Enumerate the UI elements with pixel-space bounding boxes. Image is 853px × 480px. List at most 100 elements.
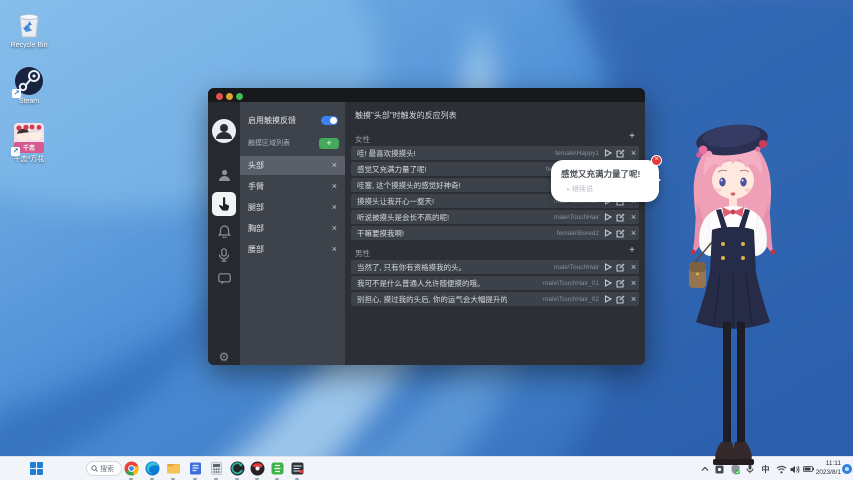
taskbar-recorder-app-icon[interactable]	[230, 461, 245, 476]
speech-sub: ▸ 继续说	[567, 184, 593, 194]
delete-icon[interactable]: ×	[628, 278, 639, 289]
add-area-button[interactable]: +	[319, 137, 339, 149]
reaction-row[interactable]: 哇! 最喜欢摸摸头! female\Happy1 ×	[351, 146, 639, 160]
reaction-row[interactable]: 干嘛要摸我啊! female\Bored2 ×	[351, 226, 639, 240]
add-reaction-button[interactable]: +	[629, 132, 635, 142]
play-icon[interactable]	[602, 212, 613, 223]
bubble-close-button[interactable]: ×	[651, 155, 662, 166]
desktop-icon-label: 千恋*万花	[13, 156, 45, 163]
remove-area-icon[interactable]: ×	[332, 182, 337, 191]
area-list-label: 触摸区域列表	[248, 140, 290, 147]
taskbar-media-app-icon[interactable]	[250, 461, 265, 476]
area-item-head[interactable]: 头部 ×	[240, 156, 345, 175]
reaction-row[interactable]: 我可不是什么普通人允许随便摸的哦。 male\TouchHair_01 ×	[351, 276, 639, 290]
remove-area-icon[interactable]: ×	[332, 224, 337, 233]
edit-icon[interactable]	[615, 278, 626, 289]
edit-icon[interactable]	[615, 212, 626, 223]
feedback-toggle[interactable]	[321, 115, 338, 125]
taskbar-clock[interactable]: 11:11 2023/8/1	[816, 460, 841, 477]
delete-icon[interactable]: ×	[628, 294, 639, 305]
taskbar-file-explorer-icon[interactable]	[166, 461, 181, 476]
speech-bubble: 感觉又充满力量了呢! ▸ 继续说 ×	[551, 155, 662, 202]
sidebar-item-touch[interactable]	[212, 192, 236, 216]
area-item-label: 手臂	[248, 182, 264, 191]
window-titlebar[interactable]	[208, 88, 645, 102]
area-item-chest[interactable]: 胸部 ×	[240, 219, 345, 238]
delete-icon[interactable]: ×	[628, 262, 639, 273]
edit-icon[interactable]	[615, 148, 626, 159]
sidebar-item-chat[interactable]	[208, 268, 240, 290]
taskbar-game-app-icon[interactable]	[290, 461, 305, 476]
play-icon[interactable]	[602, 262, 613, 273]
steam-icon: ↗	[12, 66, 44, 98]
play-icon[interactable]	[602, 148, 613, 159]
reaction-row[interactable]: 听说被摸头是会长不高的呢! male\TouchHair ×	[351, 210, 639, 224]
character-pet[interactable]	[676, 124, 816, 468]
add-reaction-button[interactable]: +	[629, 246, 635, 256]
area-item-leg[interactable]: 腿部 ×	[240, 198, 345, 217]
desktop-icon-label: Steam	[18, 98, 40, 105]
window-close-button[interactable]	[216, 93, 223, 100]
sidebar-item-avatar[interactable]	[208, 116, 240, 146]
reaction-list-title: 触摸"头部"时触发的反应列表	[355, 111, 457, 120]
area-item-arm[interactable]: 手臂 ×	[240, 177, 345, 196]
reaction-text: 摸摸头让我开心一整天!	[357, 196, 435, 206]
edit-icon[interactable]	[615, 294, 626, 305]
clock-date: 2023/8/1	[815, 468, 841, 476]
reaction-row[interactable]: 当然了, 只有你有资格摸我的头。 male\TouchHair ×	[351, 260, 639, 274]
desktop-icon-steam[interactable]: ↗ Steam	[7, 66, 51, 106]
svg-text:千恋: 千恋	[23, 144, 35, 152]
reaction-text: 我可不是什么普通人允许随便摸的哦。	[357, 278, 485, 288]
search-box[interactable]: 搜索	[86, 461, 122, 476]
remove-area-icon[interactable]: ×	[332, 203, 337, 212]
edit-icon[interactable]	[615, 262, 626, 273]
gear-icon: ⚙	[218, 350, 230, 364]
area-item-label: 腿部	[248, 203, 264, 212]
area-item-waist[interactable]: 腰部 ×	[240, 240, 345, 259]
window-minimize-button[interactable]	[226, 93, 233, 100]
taskbar-chrome-icon[interactable]	[124, 461, 139, 476]
reaction-text: 干嘛要摸我啊!	[357, 228, 405, 238]
play-icon[interactable]	[602, 294, 613, 305]
touch-area-panel: 启用触摸反馈 触摸区域列表 + 头部 × 手臂 × 腿部 × 胸部 × 腰部 ×	[240, 102, 345, 365]
edit-icon[interactable]	[615, 228, 626, 239]
search-icon	[91, 465, 98, 472]
window-zoom-button[interactable]	[236, 93, 243, 100]
taskbar-edge-icon[interactable]	[145, 461, 160, 476]
play-icon[interactable]	[602, 228, 613, 239]
taskbar-notes-app-icon[interactable]	[188, 461, 203, 476]
touch-settings-window: ⚙ 启用触摸反馈 触摸区域列表 + 头部 × 手臂 × 腿部 × 胸部 × 腰部…	[208, 88, 645, 365]
toggle-knob	[330, 116, 337, 124]
sidebar-item-settings[interactable]: ⚙	[208, 346, 240, 365]
play-icon[interactable]	[602, 278, 613, 289]
remove-area-icon[interactable]: ×	[332, 161, 337, 170]
delete-icon[interactable]: ×	[628, 148, 639, 159]
feedback-toggle-row: 启用触摸反馈	[240, 112, 345, 128]
sidebar-item-voice[interactable]	[208, 244, 240, 266]
recycle-bin-icon	[13, 8, 45, 40]
area-item-label: 头部	[248, 161, 264, 170]
notification-badge[interactable]	[842, 464, 852, 474]
reaction-list-panel: 触摸"头部"时触发的反应列表 女性 + 哇! 最喜欢摸摸头! female\Ha…	[345, 102, 645, 365]
voice-tag: female\Happy1	[555, 149, 599, 157]
speech-sub-label: 继续说	[572, 186, 594, 193]
touch-hand-icon	[219, 197, 230, 211]
sidebar-item-model[interactable]	[208, 164, 240, 186]
area-list-header: 触摸区域列表 +	[240, 136, 345, 150]
search-placeholder: 搜索	[100, 465, 114, 473]
desktop-icon-recycle-bin[interactable]: Recycle Bin	[7, 8, 51, 50]
taskbar-green-app-icon[interactable]	[270, 461, 285, 476]
reaction-row[interactable]: 别担心, 摸过我的头后, 你的运气会大幅提升的。 male\TouchHair_…	[351, 292, 639, 306]
delete-icon[interactable]: ×	[628, 228, 639, 239]
delete-icon[interactable]: ×	[628, 212, 639, 223]
sidebar-item-alerts[interactable]	[208, 220, 240, 242]
reaction-text: 当然了, 只有你有资格摸我的头。	[357, 262, 467, 272]
voice-tag: male\TouchHair_01	[542, 279, 599, 287]
desktop-icon-game[interactable]: 千恋 ↗ 千恋*万花	[7, 122, 51, 164]
start-button[interactable]	[30, 462, 44, 476]
play-hint-icon: ▸	[567, 187, 571, 193]
remove-area-icon[interactable]: ×	[332, 245, 337, 254]
area-item-label: 胸部	[248, 224, 264, 233]
reaction-text: 听说被摸头是会长不高的呢!	[357, 212, 450, 222]
taskbar-calculator-icon[interactable]	[209, 461, 224, 476]
